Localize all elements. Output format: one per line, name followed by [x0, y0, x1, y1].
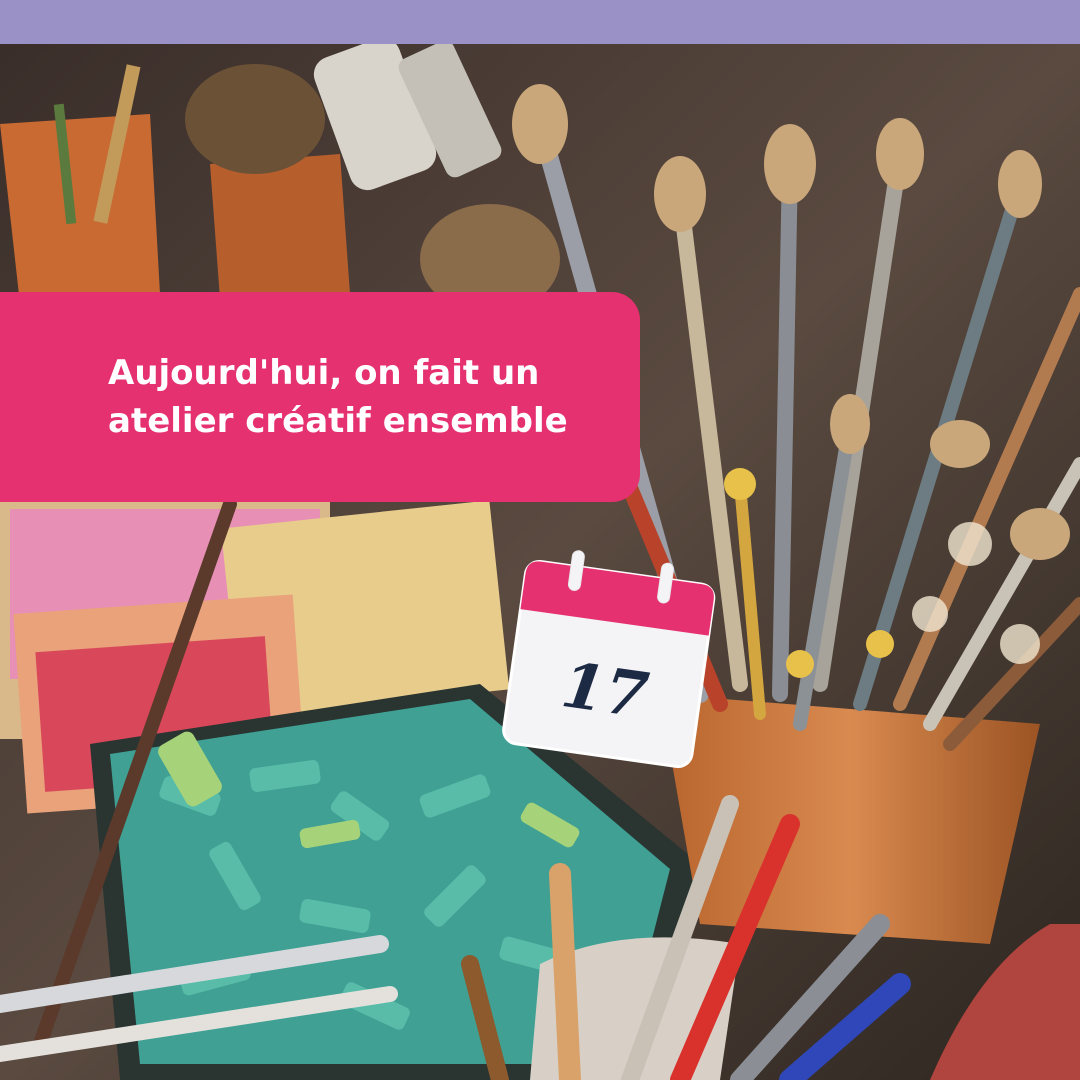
calendar-day-number: 17 — [557, 648, 653, 732]
calendar-icon: 17 — [494, 544, 724, 774]
caption-text: Aujourd'hui, on fait un atelier créatif … — [108, 352, 568, 441]
social-post: Aujourd'hui, on fait un atelier créatif … — [0, 0, 1080, 1080]
top-color-band — [0, 0, 1080, 44]
caption-banner: Aujourd'hui, on fait un atelier créatif … — [0, 292, 640, 502]
